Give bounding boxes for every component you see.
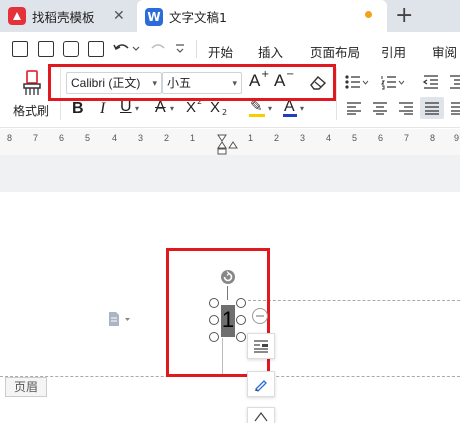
menu-page-layout[interactable]: 页面布局 — [310, 42, 360, 61]
tab-templates-label: 找稻壳模板 — [32, 9, 95, 25]
menu-home[interactable]: 开始 — [208, 42, 233, 61]
bold-button[interactable]: B — [72, 100, 84, 118]
bullet-list-icon[interactable] — [344, 73, 370, 91]
highlight-box-font — [48, 64, 336, 101]
document-icon[interactable] — [107, 311, 133, 327]
decrease-indent-icon[interactable] — [422, 73, 440, 91]
ruler-number: 1 — [248, 133, 254, 143]
redo-icon[interactable] — [146, 40, 170, 58]
undo-icon[interactable] — [112, 40, 142, 58]
pen-icon — [255, 380, 267, 392]
align-center-icon[interactable] — [372, 101, 388, 115]
more-button[interactable] — [247, 407, 275, 423]
chevron-down-icon: ▾ — [300, 104, 305, 113]
header-label[interactable]: 页眉 — [5, 377, 47, 397]
format-painter-label[interactable]: 格式刷 — [13, 102, 49, 119]
ruler-number: 8 — [430, 133, 436, 143]
distribute-icon[interactable] — [450, 101, 460, 115]
ruler-number: 7 — [33, 133, 39, 143]
chevron-down-icon: ▾ — [135, 104, 140, 113]
export-pdf-icon[interactable] — [38, 41, 54, 57]
increase-indent-icon[interactable] — [448, 73, 460, 91]
align-right-icon[interactable] — [398, 101, 414, 115]
ruler-number: 4 — [326, 133, 332, 143]
frame-top-line — [248, 300, 460, 301]
ruler-number: 4 — [112, 133, 118, 143]
ruler-number: 9 — [454, 133, 460, 143]
page-gap — [0, 155, 460, 192]
menu-review[interactable]: 审阅 — [432, 42, 457, 61]
subscript-mark: 2 — [222, 108, 228, 117]
tab-templates[interactable]: 找稻壳模板 ✕ — [0, 0, 136, 32]
italic-button[interactable]: I — [100, 100, 105, 118]
tab-document-label: 文字文稿1 — [169, 10, 227, 25]
subscript-button[interactable]: X — [210, 99, 220, 116]
close-icon[interactable]: ✕ — [113, 8, 125, 24]
numbered-list-icon[interactable] — [380, 73, 406, 91]
menu-insert[interactable]: 插入 — [258, 42, 283, 61]
divider — [196, 40, 197, 58]
justify-icon — [425, 102, 439, 115]
indent-marker-icon[interactable] — [214, 134, 240, 156]
wps-writer-icon: W — [145, 7, 163, 26]
ruler-number: 8 — [7, 133, 13, 143]
unsaved-dot-icon — [365, 11, 372, 18]
font-color-bar — [283, 114, 297, 117]
menu-references[interactable]: 引用 — [381, 42, 406, 61]
ruler-number: 2 — [164, 133, 170, 143]
ruler-number: 6 — [378, 133, 384, 143]
print-icon[interactable] — [63, 41, 79, 57]
tab-document[interactable]: W 文字文稿1 — [137, 0, 387, 33]
ruler-number: 3 — [138, 133, 144, 143]
divider — [336, 68, 337, 120]
ruler-number: 5 — [85, 133, 91, 143]
wps-template-icon — [8, 7, 26, 25]
wrap-text-button[interactable] — [247, 333, 275, 359]
chevron-down-icon: ▾ — [170, 104, 175, 113]
format-painter-icon[interactable] — [20, 70, 44, 96]
superscript-button[interactable]: X — [186, 99, 196, 116]
ruler-number: 1 — [190, 133, 196, 143]
save-icon[interactable] — [12, 41, 28, 57]
ruler-number: 3 — [300, 133, 306, 143]
strikethrough-button[interactable]: A — [155, 99, 166, 117]
customize-toolbar-icon[interactable] — [174, 42, 186, 56]
ruler-number: 6 — [59, 133, 65, 143]
ruler-number: 2 — [274, 133, 280, 143]
chevron-down-icon: ▾ — [268, 104, 273, 113]
align-left-icon[interactable] — [346, 101, 362, 115]
ruler-number: 7 — [404, 133, 410, 143]
wrap-text-icon — [254, 340, 268, 353]
shape-style-button[interactable] — [247, 371, 275, 397]
new-tab-button[interactable]: + — [395, 3, 413, 28]
print-preview-icon[interactable] — [88, 41, 104, 57]
highlight-color-bar — [249, 114, 265, 117]
collapse-icon[interactable] — [251, 307, 269, 325]
ruler-number: 5 — [352, 133, 358, 143]
shape-icon — [254, 411, 268, 421]
